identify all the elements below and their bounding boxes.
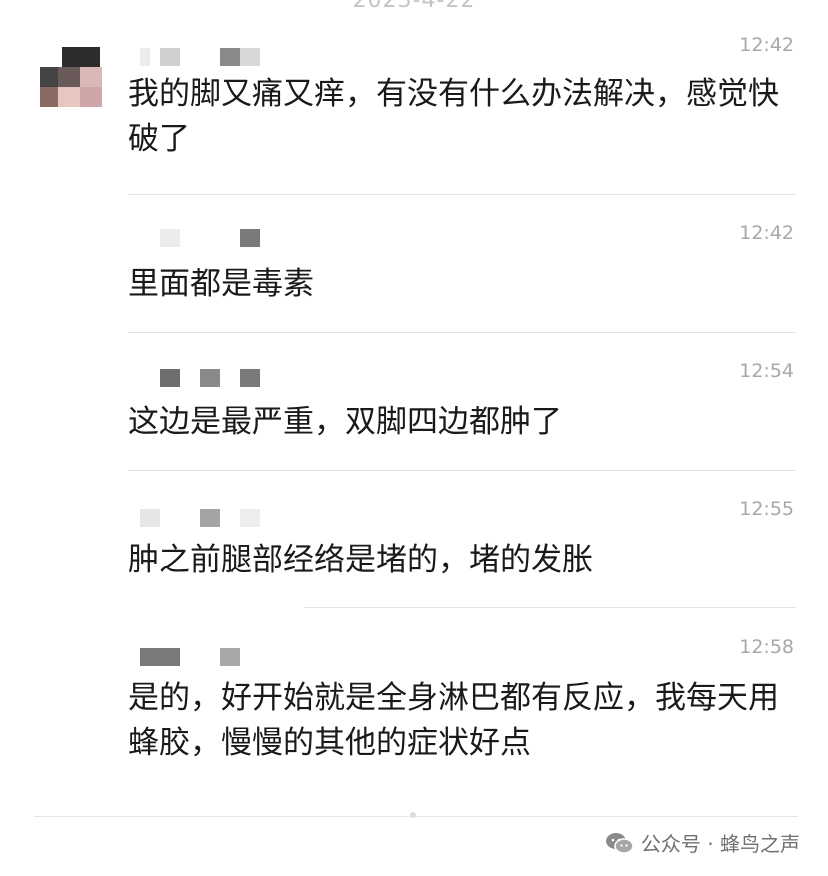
- message-text: 是的，好开始就是全身淋巴都有反应，我每天用蜂胶，慢慢的其他的症状好点: [128, 680, 779, 761]
- avatar[interactable]: [40, 47, 110, 111]
- sender-name-blurred: [128, 648, 268, 666]
- divider: [304, 607, 796, 608]
- message-text: 里面都是毒素: [128, 266, 314, 302]
- chat-message: 12:55 肿之前腿部经络是堵的，堵的发胀: [128, 472, 800, 608]
- bottom-divider: [34, 816, 798, 817]
- chat-message: 12:42 里面都是毒素: [128, 196, 800, 332]
- message-time: 12:42: [739, 222, 794, 244]
- divider: [128, 470, 796, 471]
- watermark-label: 公众号 · 蜂鸟之声: [640, 832, 800, 856]
- date-header: 2023-4-22: [352, 0, 476, 13]
- chat-message: 12:54 这边是最严重，双脚四边都肿了: [128, 334, 800, 470]
- message-time: 12:42: [739, 34, 794, 56]
- chat-message: 12:42 我的脚又痛又痒，有没有什么办法解决，感觉快破了: [128, 30, 800, 196]
- divider: [128, 332, 796, 333]
- message-text: 肿之前腿部经络是堵的，堵的发胀: [128, 542, 593, 578]
- chat-message: 12:58 是的，好开始就是全身淋巴都有反应，我每天用蜂胶，慢慢的其他的症状好点: [128, 610, 800, 810]
- message-time: 12:55: [739, 498, 794, 520]
- sender-name-blurred: [128, 369, 268, 387]
- message-time: 12:58: [739, 636, 794, 658]
- sender-name-blurred: [128, 509, 268, 527]
- wechat-icon: [605, 832, 634, 854]
- sender-name-blurred: [128, 48, 268, 66]
- watermark: 公众号 · 蜂鸟之声: [605, 828, 800, 857]
- message-time: 12:54: [739, 360, 794, 382]
- sender-name-blurred: [128, 229, 268, 247]
- divider: [128, 194, 796, 195]
- scroll-indicator-dot: [410, 812, 416, 818]
- message-text: 这边是最严重，双脚四边都肿了: [128, 404, 562, 440]
- message-text: 我的脚又痛又痒，有没有什么办法解决，感觉快破了: [128, 76, 779, 157]
